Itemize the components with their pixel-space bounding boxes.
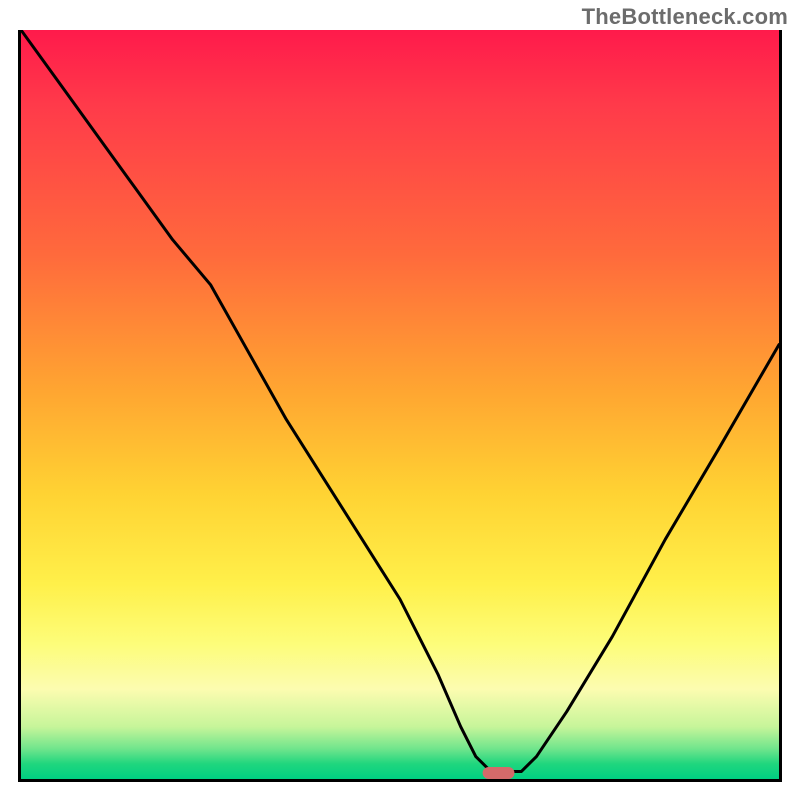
bottleneck-curve xyxy=(21,30,779,772)
minimum-marker xyxy=(483,767,515,779)
plot-frame xyxy=(18,30,782,782)
watermark-text: TheBottleneck.com xyxy=(582,4,788,30)
chart-stage: TheBottleneck.com xyxy=(0,0,800,800)
bottleneck-curve-svg xyxy=(21,30,779,779)
